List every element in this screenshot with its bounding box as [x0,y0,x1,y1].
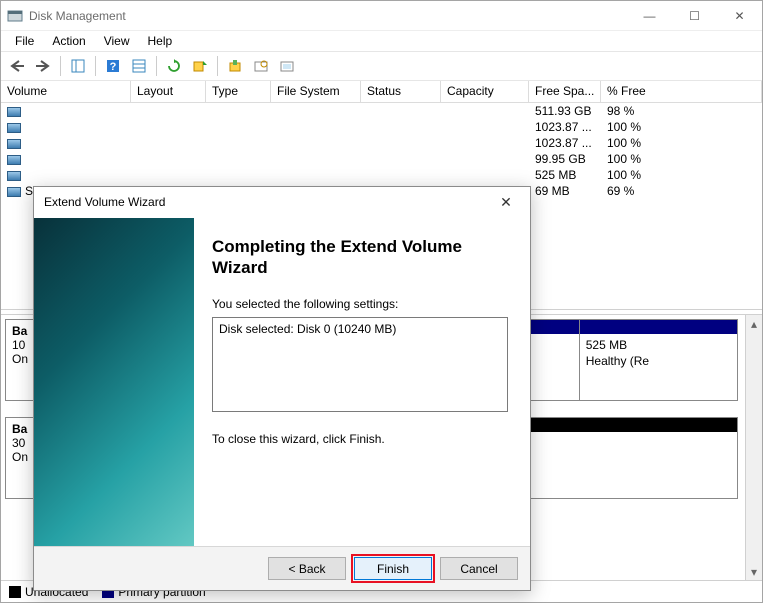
free-space: 1023.87 ... [529,119,601,135]
toolbar-separator [60,56,61,76]
pct-free: 98 % [601,103,640,119]
scrollbar[interactable]: ▴ ▾ [745,315,762,580]
wizard-banner [34,218,194,546]
toolbar-help-button[interactable]: ? [101,54,125,78]
list-item: 511.93 GB98 % [1,103,762,119]
nav-back-button[interactable] [5,54,29,78]
wizard-selection: Disk selected: Disk 0 (10240 MB) [219,322,501,336]
menu-help[interactable]: Help [140,33,181,49]
toolbar-separator [156,56,157,76]
window-minimize-button[interactable]: — [627,1,672,30]
toolbar-action3-button[interactable] [275,54,299,78]
partition[interactable]: 525 MB Healthy (Re [579,320,737,400]
cancel-button[interactable]: Cancel [440,557,518,580]
menu-file[interactable]: File [7,33,42,49]
col-fs[interactable]: File System [271,81,361,102]
toolbar-refresh-button[interactable] [162,54,186,78]
back-button[interactable]: < Back [268,557,346,580]
list-item: 525 MB100 % [1,167,762,183]
toolbar-list-button[interactable] [127,54,151,78]
toolbar-action1-button[interactable] [223,54,247,78]
swatch-black-icon [9,586,21,598]
wizard-title: Extend Volume Wizard [44,195,490,209]
finish-button[interactable]: Finish [354,557,432,580]
volume-icon [7,171,21,181]
window-titlebar: Disk Management — ☐ ✕ [1,1,762,31]
nav-forward-button[interactable] [31,54,55,78]
wizard-titlebar: Extend Volume Wizard ✕ [34,187,530,217]
menu-bar: File Action View Help [1,31,762,51]
window-title: Disk Management [29,9,627,23]
toolbar-rescan-button[interactable] [188,54,212,78]
volume-icon [7,139,21,149]
volume-icon [7,123,21,133]
pct-free: 69 % [601,183,640,199]
volume-name: S [25,184,33,198]
volume-icon [7,155,21,165]
menu-view[interactable]: View [96,33,138,49]
col-pct[interactable]: % Free [601,81,762,102]
list-item: 99.95 GB100 % [1,151,762,167]
pct-free: 100 % [601,151,647,167]
free-space: 99.95 GB [529,151,601,167]
col-capacity[interactable]: Capacity [441,81,529,102]
free-space: 511.93 GB [529,103,601,119]
col-volume[interactable]: Volume [1,81,131,102]
maximize-icon: ☐ [689,9,700,23]
volume-icon [7,187,21,197]
free-space: 1023.87 ... [529,135,601,151]
col-status[interactable]: Status [361,81,441,102]
wizard-summary-box[interactable]: Disk selected: Disk 0 (10240 MB) [212,317,508,412]
partition-label: 525 MB [586,338,731,354]
scroll-up-icon[interactable]: ▴ [746,315,762,332]
svg-text:?: ? [110,61,117,73]
wizard-button-bar: < Back Finish Cancel [34,546,530,590]
toolbar-separator [217,56,218,76]
wizard-heading: Completing the Extend Volume Wizard [212,236,508,279]
list-item: 1023.87 ...100 % [1,135,762,151]
col-free[interactable]: Free Spa... [529,81,601,102]
free-space: 525 MB [529,167,601,183]
volume-icon [7,107,21,117]
col-type[interactable]: Type [206,81,271,102]
wizard-close-button[interactable]: ✕ [490,194,522,211]
toolbar: ? [1,51,762,81]
partition-label: Healthy (Re [586,354,731,370]
toolbar-tree-button[interactable] [66,54,90,78]
toolbar-action2-button[interactable] [249,54,273,78]
pct-free: 100 % [601,119,647,135]
pct-free: 100 % [601,167,647,183]
wizard-hint: To close this wizard, click Finish. [212,432,508,446]
toolbar-separator [95,56,96,76]
wizard-subtitle: You selected the following settings: [212,297,508,311]
app-icon [7,8,23,24]
menu-action[interactable]: Action [44,33,93,49]
partition-bar [580,320,737,334]
free-space: 69 MB [529,183,601,199]
volume-list-header: Volume Layout Type File System Status Ca… [1,81,762,103]
window-maximize-button[interactable]: ☐ [672,1,717,30]
extend-volume-wizard: Extend Volume Wizard ✕ Completing the Ex… [33,186,531,591]
minimize-icon: — [644,9,656,23]
content-area: Volume Layout Type File System Status Ca… [1,81,762,580]
window-close-button[interactable]: ✕ [717,1,762,30]
pct-free: 100 % [601,135,647,151]
col-layout[interactable]: Layout [131,81,206,102]
list-item: 1023.87 ...100 % [1,119,762,135]
scroll-down-icon[interactable]: ▾ [746,563,762,580]
close-icon: ✕ [734,9,744,23]
